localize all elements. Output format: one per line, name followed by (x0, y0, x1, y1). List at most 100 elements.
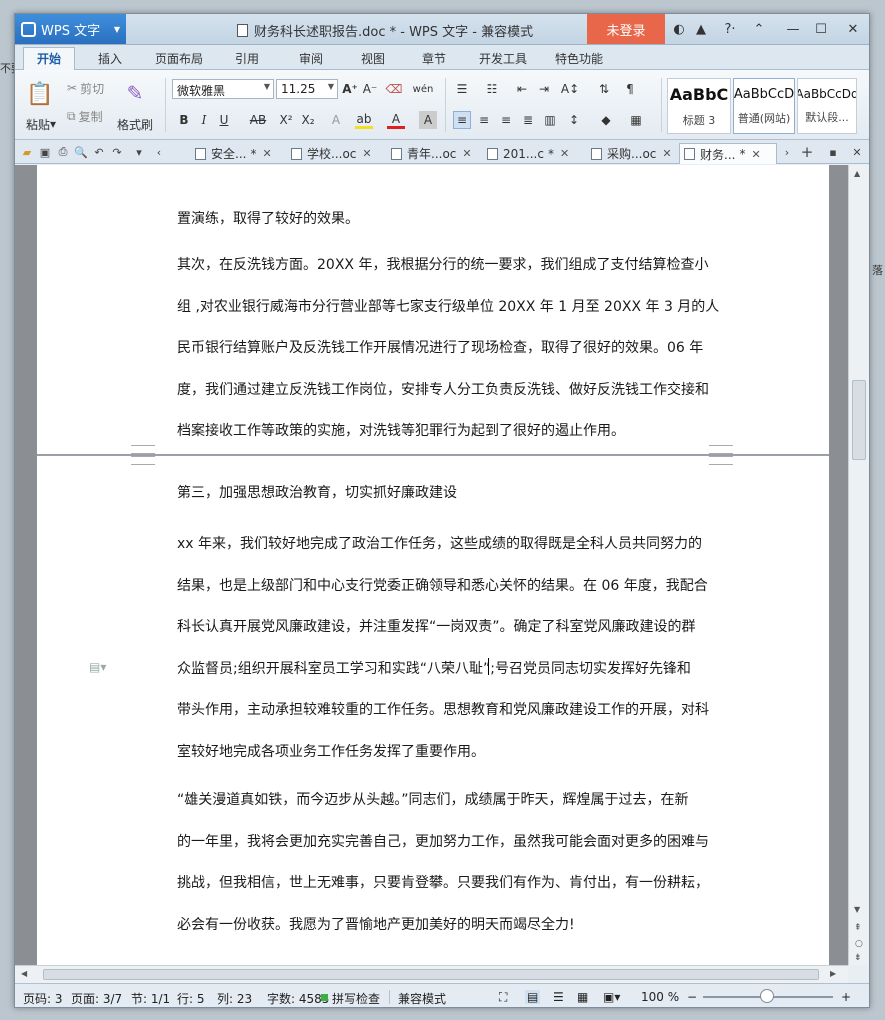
increase-indent-icon[interactable]: ⇥ (535, 80, 553, 98)
close-icon[interactable]: ✕ (843, 19, 863, 39)
cut-button[interactable]: ✂ 剪切 (67, 80, 104, 96)
web-view-icon[interactable]: ▦ (577, 990, 588, 1004)
vertical-scrollbar[interactable]: ▲ ▼ ⇞ ○ ⇟ (848, 165, 869, 965)
strikethrough-icon[interactable]: AB (247, 111, 269, 129)
new-tab-icon[interactable]: + (799, 143, 815, 161)
scroll-up-icon[interactable]: ▲ (854, 169, 860, 178)
tab-home[interactable]: 开始 (23, 47, 76, 71)
select-browse-object-icon[interactable]: ○ (855, 939, 863, 949)
shrink-font-icon[interactable]: A⁻ (361, 80, 379, 98)
shirt-icon[interactable]: ▲ (691, 19, 711, 39)
zoom-in-icon[interactable]: + (841, 990, 851, 1004)
style-normal-web[interactable]: AaBbCcD 普通(网站) (733, 78, 795, 134)
font-color-icon[interactable]: A (387, 111, 405, 129)
customize-qat-icon[interactable]: ▾ (131, 144, 147, 160)
open-folder-icon[interactable]: ▰ (19, 144, 35, 160)
outline-view-icon[interactable]: ☰ (553, 990, 564, 1004)
bold-icon[interactable]: B (175, 111, 193, 129)
status-pages[interactable]: 页面: 3/7 (71, 990, 122, 1007)
vertical-scroll-thumb[interactable] (852, 380, 866, 460)
style-heading3[interactable]: AaBbC 标题 3 (667, 78, 731, 134)
doc-tab[interactable]: 201...c * ✕ (483, 143, 569, 164)
login-button[interactable]: 未登录 (587, 14, 665, 44)
tab-insert[interactable]: 插入 (98, 50, 122, 67)
tab-developer[interactable]: 开发工具 (479, 50, 527, 67)
document-page[interactable]: 第三，加强思想政治教育，切实抓好廉政建设 xx 年来，我们较好地完成了政治工作任… (37, 456, 829, 965)
decrease-indent-icon[interactable]: ⇤ (513, 80, 531, 98)
font-name-select[interactable]: 微软雅黑 ▼ (172, 79, 274, 99)
maximize-icon[interactable]: ☐ (811, 19, 831, 39)
scroll-down-icon[interactable]: ▼ (854, 905, 860, 914)
print-preview-icon[interactable]: 🔍 (73, 144, 89, 160)
fullscreen-view-icon[interactable]: ⛶ (499, 990, 507, 1005)
tab-review[interactable]: 审阅 (299, 50, 323, 67)
tab-references[interactable]: 引用 (235, 50, 259, 67)
text-effect-icon[interactable]: A (327, 111, 345, 129)
scroll-left-icon[interactable]: ◀ (21, 969, 27, 978)
line-spacing-icon[interactable]: ↕ (565, 111, 583, 129)
paste-button[interactable]: 粘贴 ▾ (21, 116, 61, 132)
skin-icon[interactable]: ◐ (669, 19, 689, 39)
superscript-icon[interactable]: X² (277, 111, 295, 129)
justify-icon[interactable]: ≣ (519, 111, 537, 129)
format-painter-button[interactable]: 格式刷 (117, 116, 153, 132)
undo-icon[interactable]: ↶ (91, 144, 107, 160)
tab-chapter[interactable]: 章节 (422, 50, 446, 67)
numbering-icon[interactable]: ☷ (483, 80, 501, 98)
style-default-paragraph[interactable]: AaBbCcDd 默认段... (797, 78, 857, 134)
doc-tab-active[interactable]: 财务... * ✕ (679, 143, 777, 164)
close-doc-icon[interactable]: ✕ (849, 144, 865, 160)
redo-icon[interactable]: ↷ (109, 144, 125, 160)
close-icon[interactable]: ✕ (560, 147, 569, 160)
tab-view[interactable]: 视图 (361, 50, 385, 67)
paragraph-layout-icon[interactable]: ▤▾ (89, 660, 106, 674)
copy-button[interactable]: ⧉ 复制 (67, 108, 103, 124)
close-icon[interactable]: ✕ (362, 147, 371, 160)
page-view-icon[interactable]: ▤ (525, 990, 541, 1004)
format-painter-icon[interactable]: ✎ (121, 78, 149, 108)
italic-icon[interactable]: I (195, 111, 213, 129)
print-icon[interactable]: ⎙ (55, 144, 71, 160)
doc-tab[interactable]: 安全... * ✕ (191, 143, 272, 164)
underline-icon[interactable]: U (215, 111, 233, 129)
zoom-out-icon[interactable]: − (687, 990, 697, 1004)
prev-page-icon[interactable]: ⇞ (854, 923, 862, 933)
border-icon[interactable]: ▦ (627, 111, 645, 129)
tab-special-features[interactable]: 特色功能 (555, 50, 603, 67)
tab-scroll-right-icon[interactable]: › (779, 144, 795, 160)
font-size-select[interactable]: 11.25 ▼ (276, 79, 338, 99)
char-shading-icon[interactable]: A (419, 111, 437, 129)
horizontal-scroll-thumb[interactable] (43, 969, 819, 980)
phonetic-icon[interactable]: wén (411, 80, 435, 98)
save-icon[interactable]: ▣ (37, 144, 53, 160)
sort-icon[interactable]: ⇅ (595, 80, 613, 98)
show-marks-icon[interactable]: ¶ (621, 80, 639, 98)
tab-scroll-left-icon[interactable]: ‹ (151, 144, 167, 160)
document-page[interactable]: 置演练，取得了较好的效果。 其次，在反洗钱方面。20XX 年，我根据分行的统一要… (37, 165, 829, 454)
collapse-ribbon-icon[interactable]: ⌃ (749, 19, 769, 39)
tab-list-icon[interactable]: ▪ (825, 144, 841, 160)
close-icon[interactable]: ✕ (462, 147, 471, 160)
horizontal-scrollbar[interactable]: ◀ ▶ (15, 965, 848, 983)
zoom-slider-thumb[interactable] (760, 989, 774, 1003)
doc-tab[interactable]: 采购...oc ✕ (587, 143, 672, 164)
bullets-icon[interactable]: ☰ (453, 80, 471, 98)
shading-icon[interactable]: ◆ (597, 111, 615, 129)
text-direction-icon[interactable]: A↕ (561, 80, 579, 98)
minimize-icon[interactable]: — (783, 19, 803, 39)
align-right-icon[interactable]: ≡ (497, 111, 515, 129)
distribute-icon[interactable]: ▥ (541, 111, 559, 129)
subscript-icon[interactable]: X₂ (299, 111, 317, 129)
doc-tab[interactable]: 青年...oc ✕ (387, 143, 472, 164)
spellcheck-toggle[interactable]: 拼写检查 (332, 990, 380, 1007)
clear-format-icon[interactable]: ⌫ (385, 80, 403, 98)
tab-page-layout[interactable]: 页面布局 (155, 50, 203, 67)
grow-font-icon[interactable]: A⁺ (341, 80, 359, 98)
highlight-icon[interactable]: ab (355, 111, 373, 129)
zoom-level[interactable]: 100 % (641, 990, 679, 1004)
document-canvas[interactable]: 置演练，取得了较好的效果。 其次，在反洗钱方面。20XX 年，我根据分行的统一要… (15, 165, 848, 965)
close-icon[interactable]: ✕ (262, 147, 271, 160)
help-icon[interactable]: ?· (715, 19, 745, 39)
paste-icon[interactable]: 📋 (23, 78, 57, 110)
next-page-icon[interactable]: ⇟ (854, 953, 862, 963)
